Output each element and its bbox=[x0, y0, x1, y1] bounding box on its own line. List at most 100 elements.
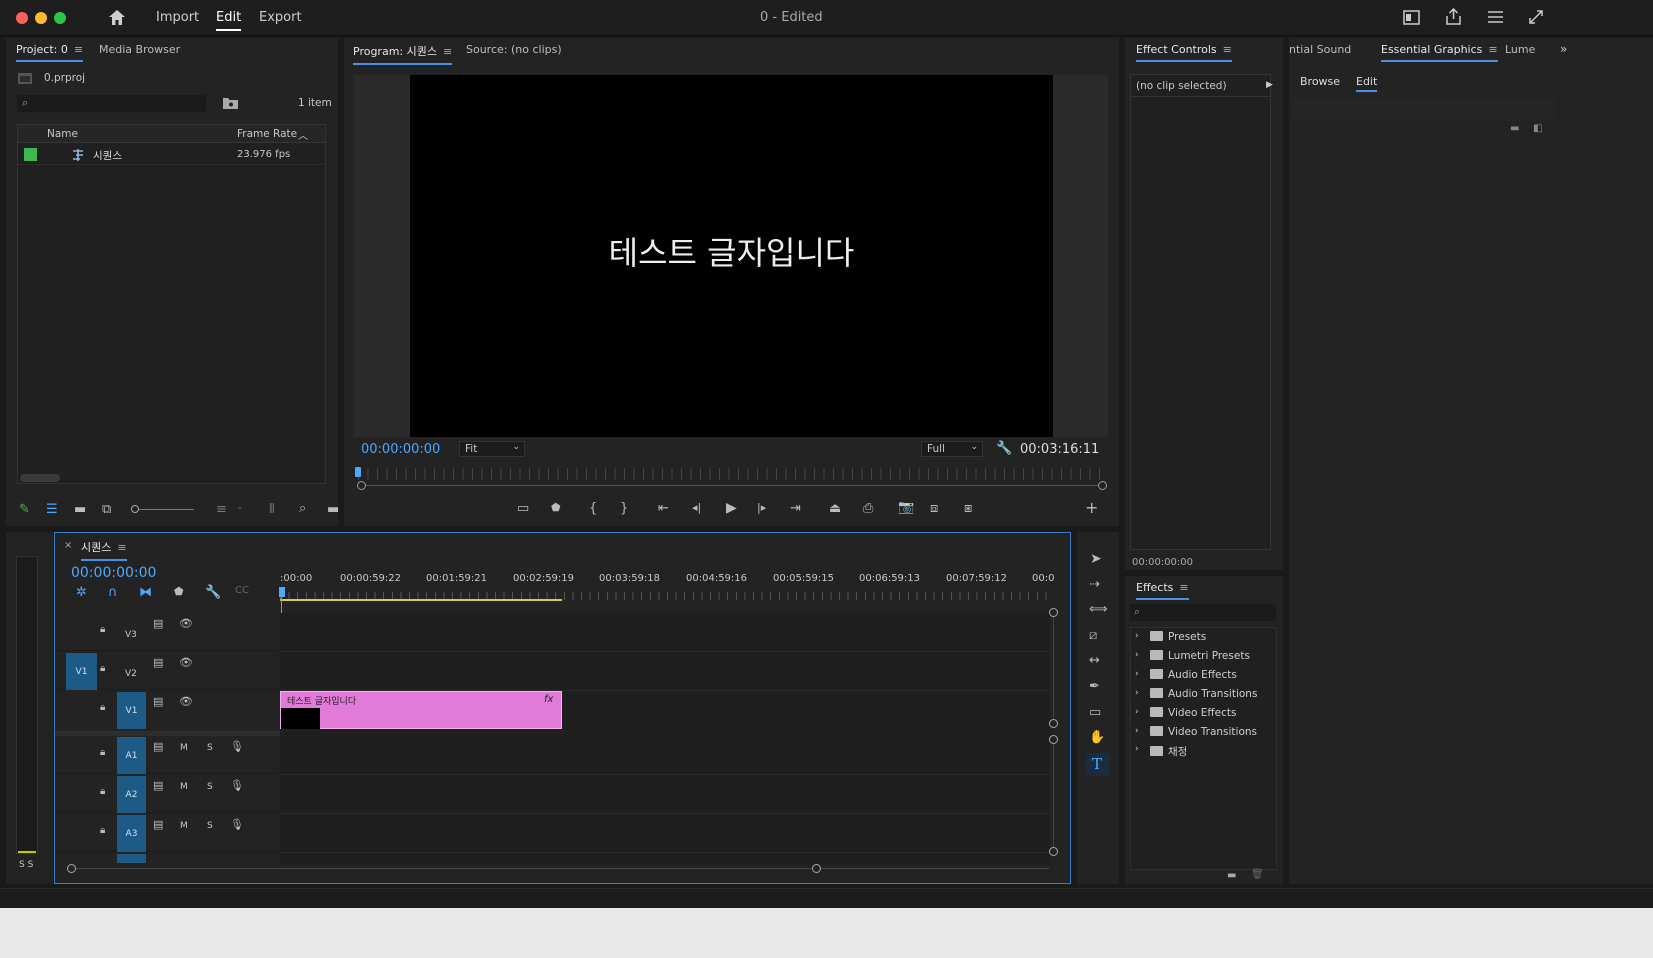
go-to-in-icon[interactable]: ⇤ bbox=[658, 502, 669, 515]
step-forward-icon[interactable]: |▸ bbox=[757, 502, 766, 513]
panel-menu-icon[interactable]: ≡ bbox=[443, 45, 452, 58]
tab-edit[interactable]: Edit bbox=[1356, 75, 1378, 92]
tab-essential-sound[interactable]: ntial Sound bbox=[1289, 43, 1351, 56]
effects-folder-custom[interactable]: › 채정 bbox=[1131, 741, 1281, 760]
add-marker-icon[interactable]: ⬟ bbox=[174, 586, 184, 597]
video-scroll-top-handle[interactable] bbox=[1049, 608, 1058, 617]
new-bin-footer-icon[interactable]: ▬ bbox=[327, 503, 339, 516]
sort-icons-icon[interactable]: ≡ bbox=[216, 503, 227, 516]
audio-scroll-bottom-handle[interactable] bbox=[1049, 847, 1058, 856]
graphics-layers-area[interactable] bbox=[1292, 99, 1555, 121]
menu-import[interactable]: Import bbox=[156, 10, 199, 25]
title-overlay-text[interactable]: 테스트 글자입니다 bbox=[410, 228, 1053, 274]
hand-tool-icon[interactable]: ✋ bbox=[1089, 731, 1105, 744]
solo-button[interactable]: S bbox=[207, 743, 213, 753]
layer-options-icon[interactable]: ◧ bbox=[1533, 124, 1542, 134]
tab-source[interactable]: Source: (no clips) bbox=[466, 43, 562, 56]
eye-icon[interactable]: 👁︎ bbox=[179, 696, 193, 707]
timeline-horizontal-scrollbar[interactable] bbox=[71, 868, 1049, 869]
new-layer-icon[interactable]: ▬ bbox=[1510, 124, 1519, 134]
audio-scroll-top-handle[interactable] bbox=[1049, 735, 1058, 744]
solo-button[interactable]: S bbox=[207, 782, 213, 792]
track-area[interactable]: 테스트 글자입니다 fx bbox=[280, 613, 1050, 865]
icon-view-icon[interactable]: ▬ bbox=[74, 503, 86, 516]
nest-toggle-icon[interactable]: ✲ bbox=[76, 586, 87, 599]
zoom-level-select[interactable]: Fit ⌄ bbox=[459, 441, 525, 457]
sort-ascending-icon[interactable]: ︿ bbox=[298, 127, 308, 142]
track-target-a2[interactable]: A2 bbox=[117, 776, 146, 813]
new-custom-bin-icon[interactable]: ▬ bbox=[1227, 871, 1236, 881]
mute-button[interactable]: M bbox=[180, 821, 188, 831]
audio-scrollbar[interactable] bbox=[1053, 744, 1054, 847]
clip-fx-badge[interactable]: fx bbox=[544, 694, 553, 705]
maximize-window-button[interactable] bbox=[54, 12, 66, 24]
effects-search-input[interactable]: ⌕ bbox=[1130, 604, 1276, 621]
tab-effect-controls[interactable]: Effect Controls ≡ bbox=[1136, 43, 1232, 62]
workspaces-icon[interactable] bbox=[1403, 10, 1420, 25]
rectangle-tool-icon[interactable]: ▭ bbox=[1089, 706, 1101, 719]
solo-button[interactable]: S bbox=[207, 821, 213, 831]
monitor-time-ruler[interactable] bbox=[358, 468, 1104, 480]
fullscreen-icon[interactable] bbox=[1528, 9, 1544, 25]
razor-tool-icon[interactable]: ⧄ bbox=[1089, 629, 1097, 642]
effects-folder-video-transitions[interactable]: › Video Transitions bbox=[1131, 723, 1281, 742]
ripple-edit-tool-icon[interactable]: ⟺ bbox=[1089, 603, 1108, 616]
more-tabs-chevron-icon[interactable]: » bbox=[1560, 42, 1567, 56]
meter-solo-buttons[interactable]: S S bbox=[19, 860, 33, 870]
eye-icon[interactable]: 👁︎ bbox=[179, 618, 193, 629]
h-scroll-right-handle[interactable] bbox=[812, 864, 821, 873]
eye-icon[interactable]: 👁︎ bbox=[179, 657, 193, 668]
mute-button[interactable]: M bbox=[180, 743, 188, 753]
comparison-view-icon[interactable]: ⧈ bbox=[930, 502, 938, 515]
lock-icon[interactable]: 🔒︎ bbox=[100, 787, 105, 797]
sync-lock-icon[interactable]: ▤ bbox=[153, 780, 163, 791]
tab-essential-graphics[interactable]: Essential Graphics ≡ bbox=[1381, 43, 1498, 62]
playhead-timecode[interactable]: 00:00:00:00 bbox=[361, 442, 440, 457]
video-frame[interactable]: 테스트 글자입니다 bbox=[410, 75, 1053, 437]
list-item[interactable]: 시퀀스 23.976 fps bbox=[18, 145, 325, 165]
effects-folder-lumetri-presets[interactable]: › Lumetri Presets bbox=[1131, 647, 1281, 666]
delete-icon[interactable]: 🗑︎ bbox=[1251, 870, 1264, 880]
mark-in-icon[interactable]: { bbox=[589, 502, 597, 515]
track-target-a4-partial[interactable] bbox=[117, 854, 146, 863]
sync-lock-icon[interactable]: ▤ bbox=[153, 819, 163, 830]
lock-icon[interactable]: 🔒︎ bbox=[100, 826, 105, 836]
proxy-toggle-icon[interactable]: ⧆ bbox=[964, 502, 972, 515]
lift-icon[interactable]: ⏏ bbox=[829, 502, 841, 515]
h-scroll-left-handle[interactable] bbox=[67, 864, 76, 873]
play-icon[interactable]: ▶ bbox=[726, 501, 737, 515]
microphone-icon[interactable]: 🎙︎ bbox=[230, 741, 244, 752]
microphone-icon[interactable]: 🎙︎ bbox=[230, 780, 244, 791]
button-editor-plus-icon[interactable]: + bbox=[1085, 500, 1098, 516]
label-swatch[interactable] bbox=[24, 148, 37, 161]
lock-icon[interactable]: 🔒︎ bbox=[100, 625, 105, 635]
timeline-settings-wrench-icon[interactable]: 🔧 bbox=[205, 586, 221, 599]
tab-program[interactable]: Program: 시퀀스 ≡ bbox=[353, 43, 453, 65]
track-target-a3[interactable]: A3 bbox=[117, 815, 146, 852]
expand-triangle-icon[interactable]: ▶ bbox=[1266, 80, 1273, 90]
tab-sequence[interactable]: 시퀀스 ≡ bbox=[81, 539, 127, 561]
project-search-input[interactable]: ⌕ bbox=[17, 95, 206, 112]
mark-out-icon[interactable]: } bbox=[620, 502, 628, 515]
sync-lock-icon[interactable]: ▤ bbox=[153, 696, 163, 707]
tab-effects[interactable]: Effects ≡ bbox=[1136, 581, 1189, 600]
captions-icon[interactable]: CC bbox=[235, 586, 249, 596]
work-area-bar[interactable] bbox=[280, 599, 562, 601]
linked-selection-icon[interactable]: ⧓ bbox=[139, 586, 152, 599]
mute-button[interactable]: M bbox=[180, 782, 188, 792]
close-sequence-icon[interactable]: × bbox=[64, 540, 72, 551]
panel-menu-icon[interactable]: ≡ bbox=[1223, 43, 1232, 56]
step-back-icon[interactable]: ◂| bbox=[692, 502, 701, 513]
effects-folder-presets[interactable]: › Presets bbox=[1131, 628, 1281, 647]
time-ruler[interactable]: :00:00 00:00:59:22 00:01:59:21 00:02:59:… bbox=[280, 573, 1054, 587]
column-name[interactable]: Name bbox=[47, 128, 78, 140]
panel-menu-icon[interactable]: ≡ bbox=[1488, 43, 1497, 56]
graphic-clip[interactable]: 테스트 글자입니다 fx bbox=[280, 691, 562, 729]
tab-lumetri[interactable]: Lume bbox=[1505, 43, 1535, 56]
tab-browse[interactable]: Browse bbox=[1300, 75, 1340, 88]
microphone-icon[interactable]: 🎙︎ bbox=[230, 819, 244, 830]
zoom-bar-right-handle[interactable] bbox=[1098, 481, 1107, 490]
close-window-button[interactable] bbox=[16, 12, 28, 24]
video-scroll-bottom-handle[interactable] bbox=[1049, 719, 1058, 728]
selection-tool-icon[interactable]: ➤ bbox=[1090, 552, 1102, 566]
